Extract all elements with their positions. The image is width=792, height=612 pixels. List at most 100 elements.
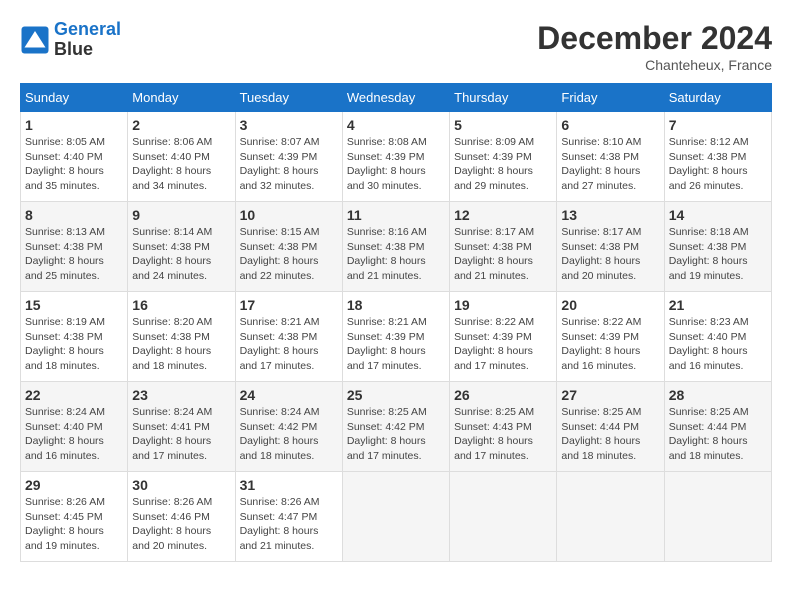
calendar-cell: 30 Sunrise: 8:26 AM Sunset: 4:46 PM Dayl… [128,472,235,562]
calendar-cell: 1 Sunrise: 8:05 AM Sunset: 4:40 PM Dayli… [21,112,128,202]
calendar-cell: 2 Sunrise: 8:06 AM Sunset: 4:40 PM Dayli… [128,112,235,202]
day-number: 28 [669,387,767,403]
calendar-cell [557,472,664,562]
day-number: 3 [240,117,338,133]
calendar-cell: 25 Sunrise: 8:25 AM Sunset: 4:42 PM Dayl… [342,382,449,472]
day-number: 13 [561,207,659,223]
page-header: General Blue December 2024 Chanteheux, F… [20,20,772,73]
day-info: Sunrise: 8:25 AM Sunset: 4:43 PM Dayligh… [454,405,552,464]
day-number: 22 [25,387,123,403]
day-info: Sunrise: 8:20 AM Sunset: 4:38 PM Dayligh… [132,315,230,374]
day-info: Sunrise: 8:21 AM Sunset: 4:38 PM Dayligh… [240,315,338,374]
day-number: 18 [347,297,445,313]
day-info: Sunrise: 8:26 AM Sunset: 4:45 PM Dayligh… [25,495,123,554]
day-info: Sunrise: 8:26 AM Sunset: 4:46 PM Dayligh… [132,495,230,554]
day-number: 19 [454,297,552,313]
logo-text: General Blue [54,20,121,60]
calendar-header-row: SundayMondayTuesdayWednesdayThursdayFrid… [21,84,772,112]
calendar-cell: 19 Sunrise: 8:22 AM Sunset: 4:39 PM Dayl… [450,292,557,382]
calendar-cell: 4 Sunrise: 8:08 AM Sunset: 4:39 PM Dayli… [342,112,449,202]
calendar-cell: 15 Sunrise: 8:19 AM Sunset: 4:38 PM Dayl… [21,292,128,382]
logo: General Blue [20,20,121,60]
header-day-wednesday: Wednesday [342,84,449,112]
calendar-table: SundayMondayTuesdayWednesdayThursdayFrid… [20,83,772,562]
day-number: 7 [669,117,767,133]
day-info: Sunrise: 8:08 AM Sunset: 4:39 PM Dayligh… [347,135,445,194]
day-number: 4 [347,117,445,133]
calendar-week-1: 1 Sunrise: 8:05 AM Sunset: 4:40 PM Dayli… [21,112,772,202]
calendar-cell: 31 Sunrise: 8:26 AM Sunset: 4:47 PM Dayl… [235,472,342,562]
day-info: Sunrise: 8:15 AM Sunset: 4:38 PM Dayligh… [240,225,338,284]
day-info: Sunrise: 8:25 AM Sunset: 4:42 PM Dayligh… [347,405,445,464]
day-number: 14 [669,207,767,223]
day-info: Sunrise: 8:25 AM Sunset: 4:44 PM Dayligh… [669,405,767,464]
day-info: Sunrise: 8:05 AM Sunset: 4:40 PM Dayligh… [25,135,123,194]
calendar-cell: 18 Sunrise: 8:21 AM Sunset: 4:39 PM Dayl… [342,292,449,382]
calendar-cell: 29 Sunrise: 8:26 AM Sunset: 4:45 PM Dayl… [21,472,128,562]
day-number: 31 [240,477,338,493]
day-number: 23 [132,387,230,403]
day-number: 15 [25,297,123,313]
header-day-sunday: Sunday [21,84,128,112]
day-number: 24 [240,387,338,403]
calendar-cell: 3 Sunrise: 8:07 AM Sunset: 4:39 PM Dayli… [235,112,342,202]
calendar-cell: 16 Sunrise: 8:20 AM Sunset: 4:38 PM Dayl… [128,292,235,382]
calendar-cell: 20 Sunrise: 8:22 AM Sunset: 4:39 PM Dayl… [557,292,664,382]
day-info: Sunrise: 8:07 AM Sunset: 4:39 PM Dayligh… [240,135,338,194]
day-info: Sunrise: 8:10 AM Sunset: 4:38 PM Dayligh… [561,135,659,194]
day-number: 9 [132,207,230,223]
title-block: December 2024 Chanteheux, France [537,20,772,73]
location: Chanteheux, France [537,57,772,73]
day-info: Sunrise: 8:16 AM Sunset: 4:38 PM Dayligh… [347,225,445,284]
header-day-tuesday: Tuesday [235,84,342,112]
day-info: Sunrise: 8:14 AM Sunset: 4:38 PM Dayligh… [132,225,230,284]
day-info: Sunrise: 8:12 AM Sunset: 4:38 PM Dayligh… [669,135,767,194]
day-number: 20 [561,297,659,313]
day-info: Sunrise: 8:21 AM Sunset: 4:39 PM Dayligh… [347,315,445,374]
header-day-friday: Friday [557,84,664,112]
day-info: Sunrise: 8:23 AM Sunset: 4:40 PM Dayligh… [669,315,767,374]
day-number: 26 [454,387,552,403]
day-number: 6 [561,117,659,133]
header-day-monday: Monday [128,84,235,112]
day-info: Sunrise: 8:18 AM Sunset: 4:38 PM Dayligh… [669,225,767,284]
calendar-week-2: 8 Sunrise: 8:13 AM Sunset: 4:38 PM Dayli… [21,202,772,292]
calendar-cell: 6 Sunrise: 8:10 AM Sunset: 4:38 PM Dayli… [557,112,664,202]
calendar-cell: 27 Sunrise: 8:25 AM Sunset: 4:44 PM Dayl… [557,382,664,472]
calendar-cell: 21 Sunrise: 8:23 AM Sunset: 4:40 PM Dayl… [664,292,771,382]
day-info: Sunrise: 8:24 AM Sunset: 4:40 PM Dayligh… [25,405,123,464]
day-info: Sunrise: 8:24 AM Sunset: 4:41 PM Dayligh… [132,405,230,464]
calendar-cell: 12 Sunrise: 8:17 AM Sunset: 4:38 PM Dayl… [450,202,557,292]
day-number: 1 [25,117,123,133]
day-info: Sunrise: 8:09 AM Sunset: 4:39 PM Dayligh… [454,135,552,194]
day-number: 30 [132,477,230,493]
calendar-cell: 26 Sunrise: 8:25 AM Sunset: 4:43 PM Dayl… [450,382,557,472]
day-info: Sunrise: 8:17 AM Sunset: 4:38 PM Dayligh… [454,225,552,284]
day-info: Sunrise: 8:25 AM Sunset: 4:44 PM Dayligh… [561,405,659,464]
day-number: 21 [669,297,767,313]
calendar-cell: 23 Sunrise: 8:24 AM Sunset: 4:41 PM Dayl… [128,382,235,472]
month-title: December 2024 [537,20,772,57]
calendar-cell: 5 Sunrise: 8:09 AM Sunset: 4:39 PM Dayli… [450,112,557,202]
day-info: Sunrise: 8:17 AM Sunset: 4:38 PM Dayligh… [561,225,659,284]
day-number: 11 [347,207,445,223]
calendar-cell: 24 Sunrise: 8:24 AM Sunset: 4:42 PM Dayl… [235,382,342,472]
calendar-week-3: 15 Sunrise: 8:19 AM Sunset: 4:38 PM Dayl… [21,292,772,382]
day-info: Sunrise: 8:13 AM Sunset: 4:38 PM Dayligh… [25,225,123,284]
day-number: 29 [25,477,123,493]
day-info: Sunrise: 8:22 AM Sunset: 4:39 PM Dayligh… [561,315,659,374]
calendar-cell: 10 Sunrise: 8:15 AM Sunset: 4:38 PM Dayl… [235,202,342,292]
day-number: 10 [240,207,338,223]
day-number: 2 [132,117,230,133]
calendar-cell: 22 Sunrise: 8:24 AM Sunset: 4:40 PM Dayl… [21,382,128,472]
day-info: Sunrise: 8:19 AM Sunset: 4:38 PM Dayligh… [25,315,123,374]
calendar-cell: 14 Sunrise: 8:18 AM Sunset: 4:38 PM Dayl… [664,202,771,292]
day-number: 16 [132,297,230,313]
calendar-cell: 28 Sunrise: 8:25 AM Sunset: 4:44 PM Dayl… [664,382,771,472]
logo-icon [20,25,50,55]
header-day-saturday: Saturday [664,84,771,112]
day-number: 8 [25,207,123,223]
day-info: Sunrise: 8:26 AM Sunset: 4:47 PM Dayligh… [240,495,338,554]
calendar-week-5: 29 Sunrise: 8:26 AM Sunset: 4:45 PM Dayl… [21,472,772,562]
day-number: 27 [561,387,659,403]
